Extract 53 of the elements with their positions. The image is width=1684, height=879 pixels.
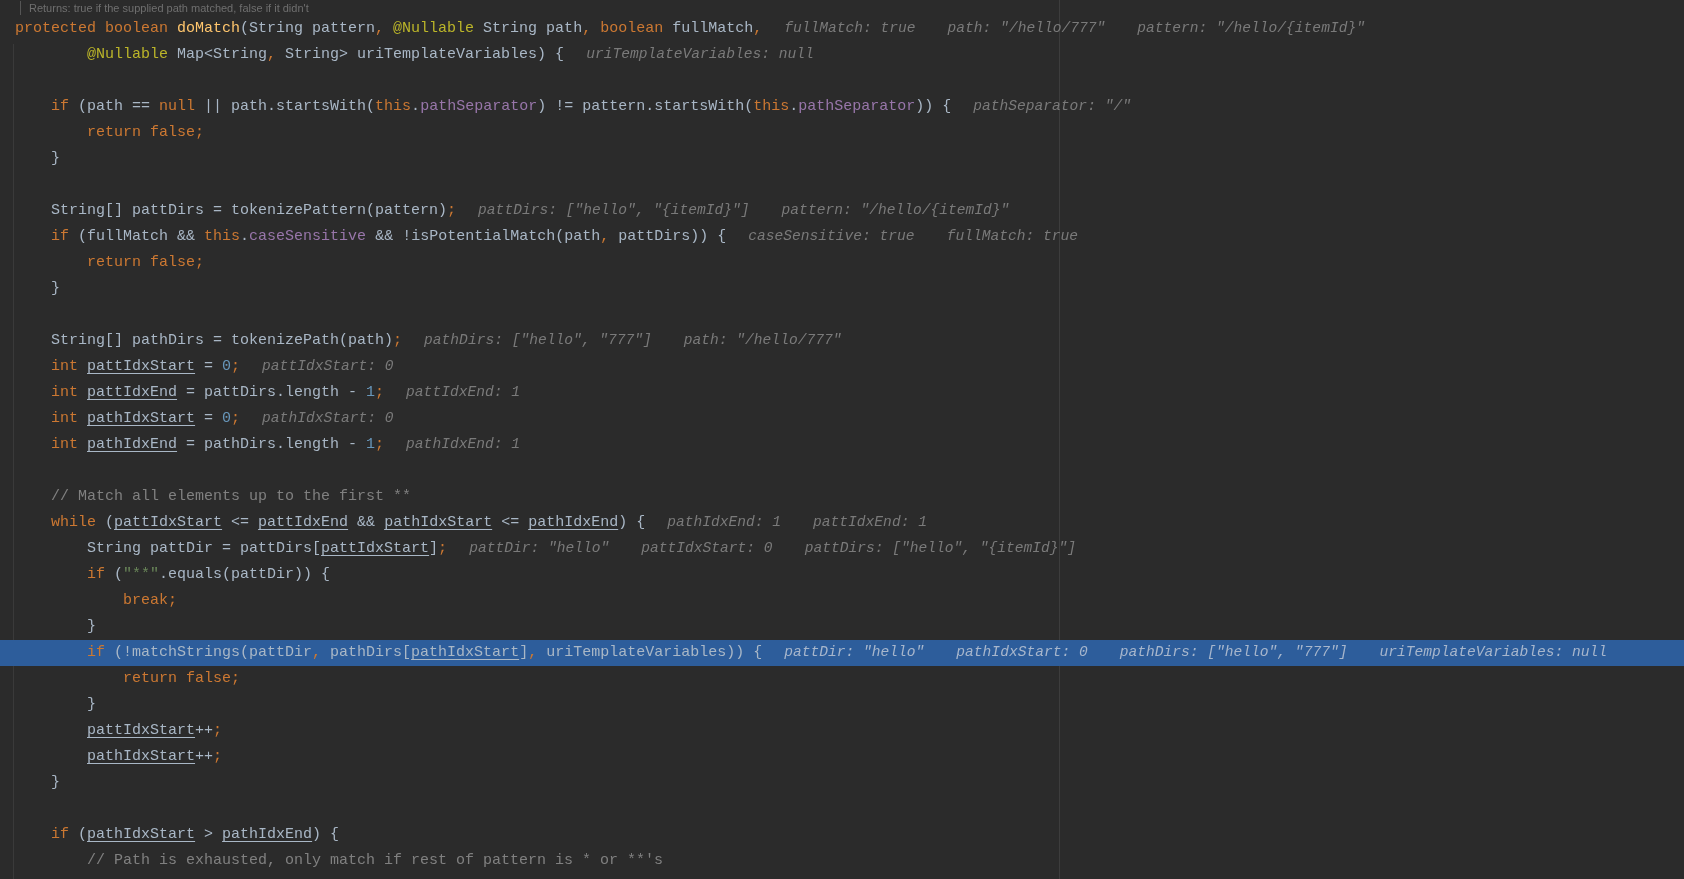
code-line: int pathIdxEnd = pathDirs.length - 1; — [51, 434, 385, 455]
inline-value-hint: pathDirs: ["hello", "777"] — [424, 331, 652, 351]
code-line: @Nullable Map<String, String> uriTemplateVariables) { — [87, 44, 565, 65]
code-line: if (pathIdxStart > pathIdxEnd) { — [51, 824, 340, 845]
inline-value-hint: pattIdxStart: 0 — [641, 539, 773, 559]
code-line: if (fullMatch && this.caseSensitive && !isPotentialMatch(path, pattDirs)) { — [51, 226, 727, 247]
inline-value-hint: path: "/hello/777" — [947, 19, 1106, 39]
code-line: if (path == null || path.startsWith(this.pathSeparator) != pattern.startsWith(this.pathSeparator)) { — [51, 96, 952, 117]
inline-value-hint: pattIdxEnd: 1 — [813, 513, 927, 533]
code-line: if (!matchStrings(pattDir, pathDirs[pathIdxStart], uriTemplateVariables)) { — [87, 642, 763, 663]
code-line: return false; — [87, 122, 205, 143]
code-line: int pattIdxEnd = pattDirs.length - 1; — [51, 382, 385, 403]
code-line: pathIdxStart++; — [87, 746, 223, 767]
code-line: String[] pathDirs = tokenizePath(path); — [51, 330, 403, 351]
code-line: return false; — [87, 252, 205, 273]
code-line: String pattDir = pattDirs[pattIdxStart]; — [87, 538, 448, 559]
code-line: return false; — [123, 668, 241, 689]
code-line: } — [51, 278, 61, 299]
code-line: } — [51, 148, 61, 169]
code-line: } — [51, 772, 61, 793]
code-line: pattIdxStart++; — [87, 720, 223, 741]
inline-value-hint: pathDirs: ["hello", "777"] — [1119, 643, 1348, 663]
code-line: protected boolean doMatch(String pattern, @Nullable String path, boolean fullMatch, — [15, 18, 763, 39]
inline-value-hint: pathIdxEnd: 1 — [406, 435, 520, 455]
code-line: String[] pattDirs = tokenizePattern(pattern); — [51, 200, 457, 221]
inline-value-hint: pattDir: "hello" — [784, 643, 925, 663]
code-line: if ("**".equals(pattDir)) { — [87, 564, 331, 585]
code-line: int pattIdxStart = 0; — [51, 356, 241, 377]
doc-comment: Returns: true if the supplied path matched, false if it didn't — [29, 1, 309, 15]
inline-value-hint: pattDirs: ["hello", "{itemId}"] — [478, 201, 750, 221]
inline-value-hint: pathIdxStart: 0 — [262, 409, 394, 429]
inline-value-hint: pattIdxEnd: 1 — [406, 383, 520, 403]
code-line: } — [87, 616, 97, 637]
inline-value-hint: pathSeparator: "/" — [973, 97, 1131, 117]
inline-value-hint: pattern: "/hello/{itemId}" — [1137, 19, 1365, 39]
code-line: // Path is exhausted, only match if rest of pattern is * or **'s — [87, 850, 664, 871]
code-line: } — [87, 694, 97, 715]
inline-value-hint: caseSensitive: true — [748, 227, 915, 247]
inline-value-hint: fullMatch: true — [946, 227, 1078, 247]
inline-value-hint: uriTemplateVariables: null — [586, 45, 814, 65]
inline-value-hint: pathIdxEnd: 1 — [667, 513, 782, 533]
code-line: while (pattIdxStart <= pattIdxEnd && pathIdxStart <= pathIdxEnd) { — [51, 512, 646, 533]
code-line: break; — [123, 590, 178, 611]
code-line: int pathIdxStart = 0; — [51, 408, 241, 429]
inline-value-hint: pattern: "/hello/{itemId}" — [781, 201, 1010, 221]
code-line: // Match all elements up to the first ** — [51, 486, 412, 507]
inline-value-hint: pattDir: "hello" — [469, 539, 610, 559]
inline-value-hint: uriTemplateVariables: null — [1379, 643, 1608, 663]
inline-value-hint: pattDirs: ["hello", "{itemId}"] — [804, 539, 1077, 559]
inline-value-hint: pathIdxStart: 0 — [956, 643, 1088, 663]
inline-value-hint: pattIdxStart: 0 — [262, 357, 394, 377]
inline-value-hint: path: "/hello/777" — [683, 331, 842, 351]
inline-value-hint: fullMatch: true — [784, 19, 916, 39]
